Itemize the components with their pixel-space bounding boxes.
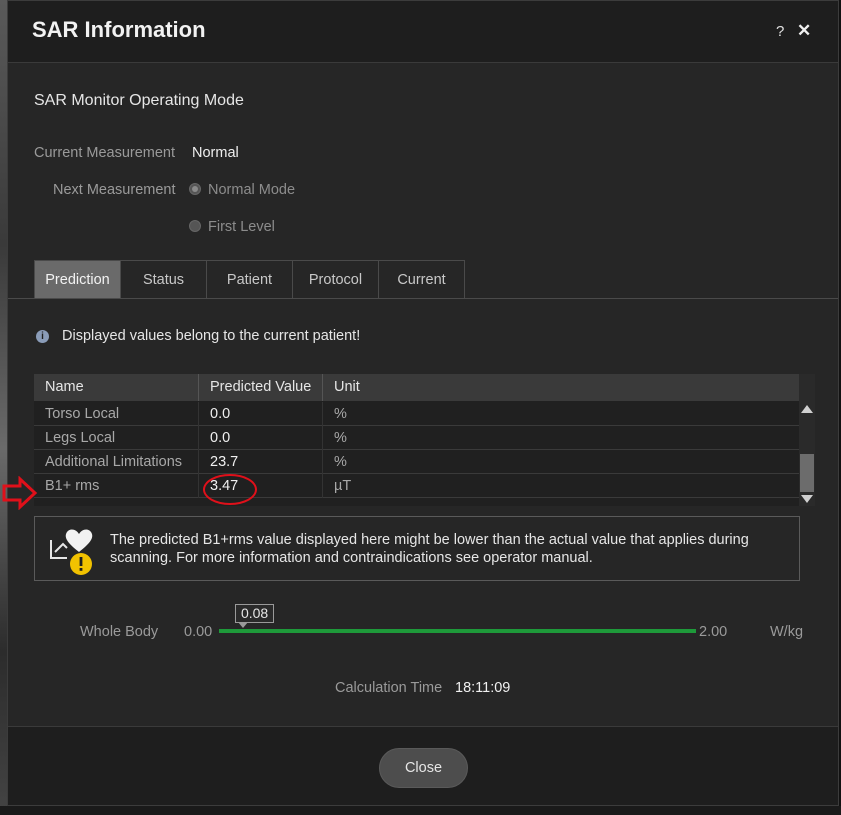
row-value: 23.7	[210, 454, 239, 470]
whole-body-current-value: 0.08	[235, 604, 275, 623]
tab-divider	[8, 298, 838, 299]
calculation-time-label: Calculation Time	[335, 680, 443, 696]
info-message: Displayed values belong to the current p…	[62, 328, 361, 344]
column-divider	[198, 374, 199, 401]
tab-bar: Prediction Status Patient Protocol Curre…	[34, 260, 465, 299]
table-row[interactable]: Torso Local 0.0 %	[34, 402, 799, 426]
row-name: Additional Limitations	[45, 454, 183, 470]
row-unit: %	[334, 406, 347, 422]
row-name: B1+ rms	[45, 478, 100, 494]
column-header-unit[interactable]: Unit	[334, 379, 360, 395]
row-divider	[322, 474, 323, 498]
column-divider	[322, 374, 323, 401]
whole-body-marker-tip	[238, 622, 249, 628]
row-name: Legs Local	[45, 430, 116, 446]
table-row[interactable]: B1+ rms 3.47 µT	[34, 474, 799, 498]
scroll-thumb[interactable]	[800, 454, 814, 492]
close-icon[interactable]: ✕	[797, 21, 811, 41]
tab-protocol[interactable]: Protocol	[292, 260, 379, 298]
tab-status[interactable]: Status	[120, 260, 207, 298]
next-measurement-label: Next Measurement	[53, 182, 176, 198]
operating-mode-title: SAR Monitor Operating Mode	[34, 92, 244, 109]
radio-first-level[interactable]	[189, 220, 201, 232]
column-header-predicted-value[interactable]: Predicted Value	[210, 379, 311, 395]
whole-body-min: 0.00	[184, 624, 213, 640]
tab-prediction[interactable]: Prediction	[34, 260, 121, 298]
calculation-time-value: 18:11:09	[455, 680, 511, 696]
dialog-title: SAR Information	[32, 17, 206, 42]
row-name: Torso Local	[45, 406, 120, 422]
scroll-down-icon[interactable]	[801, 495, 813, 503]
title-bar: SAR Information ? ✕	[8, 1, 838, 63]
row-divider	[198, 402, 199, 426]
current-measurement-value: Normal	[192, 145, 239, 161]
radio-normal-mode-label: Normal Mode	[208, 182, 296, 198]
prediction-table: Name Predicted Value Unit Torso Local 0.…	[34, 374, 815, 506]
radio-first-level-label: First Level	[208, 219, 275, 235]
warning-text: The predicted B1+rms value displayed her…	[110, 532, 749, 566]
row-unit: %	[334, 454, 347, 470]
whole-body-label: Whole Body	[80, 624, 159, 640]
scroll-up-icon[interactable]	[801, 405, 813, 413]
close-button[interactable]: Close	[379, 748, 468, 788]
annotation-circle	[203, 474, 257, 505]
arrow-right-icon	[2, 476, 38, 510]
row-unit: µT	[334, 478, 352, 494]
row-divider	[198, 474, 199, 498]
row-divider	[322, 402, 323, 426]
row-unit: %	[334, 430, 347, 446]
whole-body-max: 2.00	[699, 624, 728, 640]
table-header: Name Predicted Value Unit	[34, 374, 799, 401]
whole-body-unit: W/kg	[770, 624, 804, 640]
table-scrollbar[interactable]	[799, 374, 815, 506]
tab-patient[interactable]: Patient	[206, 260, 293, 298]
table-row[interactable]: Additional Limitations 23.7 %	[34, 450, 799, 474]
heart-warning-icon	[41, 522, 101, 583]
warning-box: The predicted B1+rms value displayed her…	[34, 516, 800, 581]
row-divider	[322, 450, 323, 474]
row-divider	[322, 426, 323, 450]
column-header-name[interactable]: Name	[45, 379, 84, 395]
row-divider	[198, 450, 199, 474]
whole-body-bar	[219, 629, 696, 633]
info-icon: i	[36, 330, 49, 343]
row-value: 0.0	[210, 406, 231, 422]
sar-information-dialog: SAR Information ? ✕ SAR Monitor Operatin…	[7, 0, 839, 806]
tab-current[interactable]: Current	[378, 260, 465, 298]
table-row[interactable]: Legs Local 0.0 %	[34, 426, 799, 450]
background-bottom	[0, 806, 841, 815]
current-measurement-label: Current Measurement	[34, 145, 176, 161]
row-divider	[198, 426, 199, 450]
help-icon[interactable]: ?	[776, 23, 784, 40]
row-value: 0.0	[210, 430, 231, 446]
radio-normal-mode[interactable]	[189, 183, 201, 195]
